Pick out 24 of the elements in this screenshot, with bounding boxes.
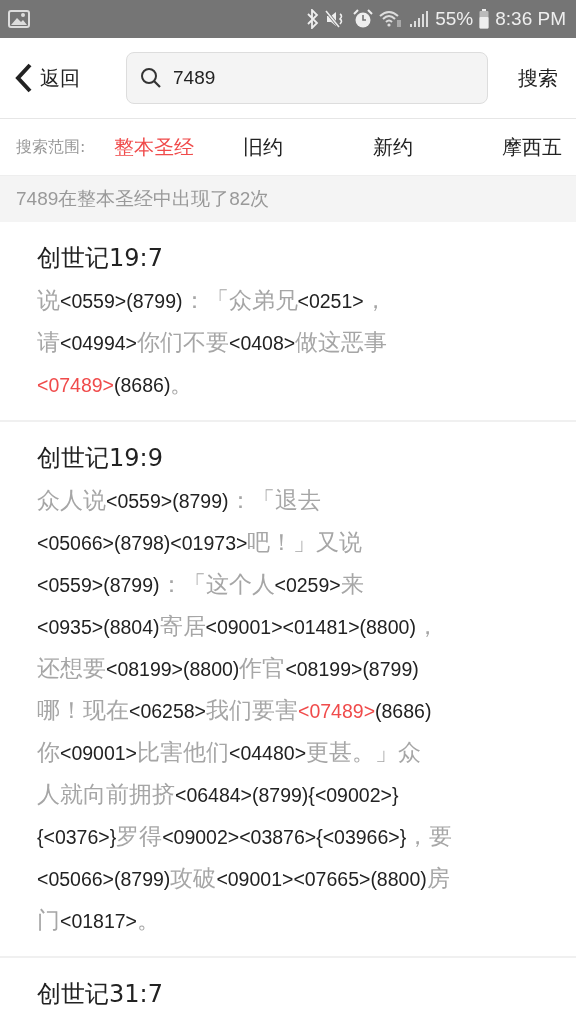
result-count-bar: 7489在整本圣经中出现了82次 bbox=[0, 176, 576, 222]
verse-text: 众人说<0559>(8799)：「退去 <05066>(8798)<01973>吧！」又说 <0559>(8799)：「这个人<0259>来 <0935>(8804)寄居<09001><01481>(8800)， 还想要<08199>(8800)作官<08199>(8799) 哪！现在<06258>我们要害<07489>(8686) 你<09001>比害他们<04480>更甚。」众 人就向前拥挤<06484>(8799){<09002>} {<0376>}罗得<09002><03876>{<03966>}，要 <05066>(8799)攻破<09001><07665>(8800)房 门<01817>。 bbox=[37, 486, 454, 935]
chevron-left-icon bbox=[14, 63, 34, 93]
alarm-icon bbox=[353, 9, 374, 29]
clock-time: 8:36 PM bbox=[495, 8, 566, 30]
scope-tab[interactable]: 整本圣经 bbox=[114, 133, 244, 161]
bluetooth-icon bbox=[307, 9, 320, 29]
scope-tab[interactable]: 新约 bbox=[372, 133, 502, 161]
verse-reference[interactable]: 创世记19:7 bbox=[37, 238, 556, 278]
back-button[interactable]: 返回 bbox=[14, 63, 114, 93]
scope-tab[interactable]: 摩西五 bbox=[502, 133, 562, 161]
verse-reference[interactable]: 创世记31:7 bbox=[37, 974, 556, 1014]
search-icon bbox=[140, 67, 162, 89]
signal-icon bbox=[409, 10, 430, 28]
search-button[interactable]: 搜索 bbox=[500, 64, 562, 92]
wifi-icon bbox=[379, 10, 404, 28]
battery-icon bbox=[479, 9, 490, 29]
scope-label: 搜索范围: bbox=[16, 136, 87, 158]
verse-reference[interactable]: 创世记19:9 bbox=[37, 438, 556, 478]
battery-percentage: 55% bbox=[435, 8, 474, 30]
verse-text: 说<0559>(8799)：「众弟兄<0251>， 请<04994>你们不要<0408>做这恶事 <07489>(8686)。 bbox=[37, 286, 389, 399]
scope-tab[interactable]: 旧约 bbox=[243, 133, 373, 161]
image-icon bbox=[8, 10, 30, 28]
search-field[interactable]: 7489 bbox=[126, 52, 488, 104]
